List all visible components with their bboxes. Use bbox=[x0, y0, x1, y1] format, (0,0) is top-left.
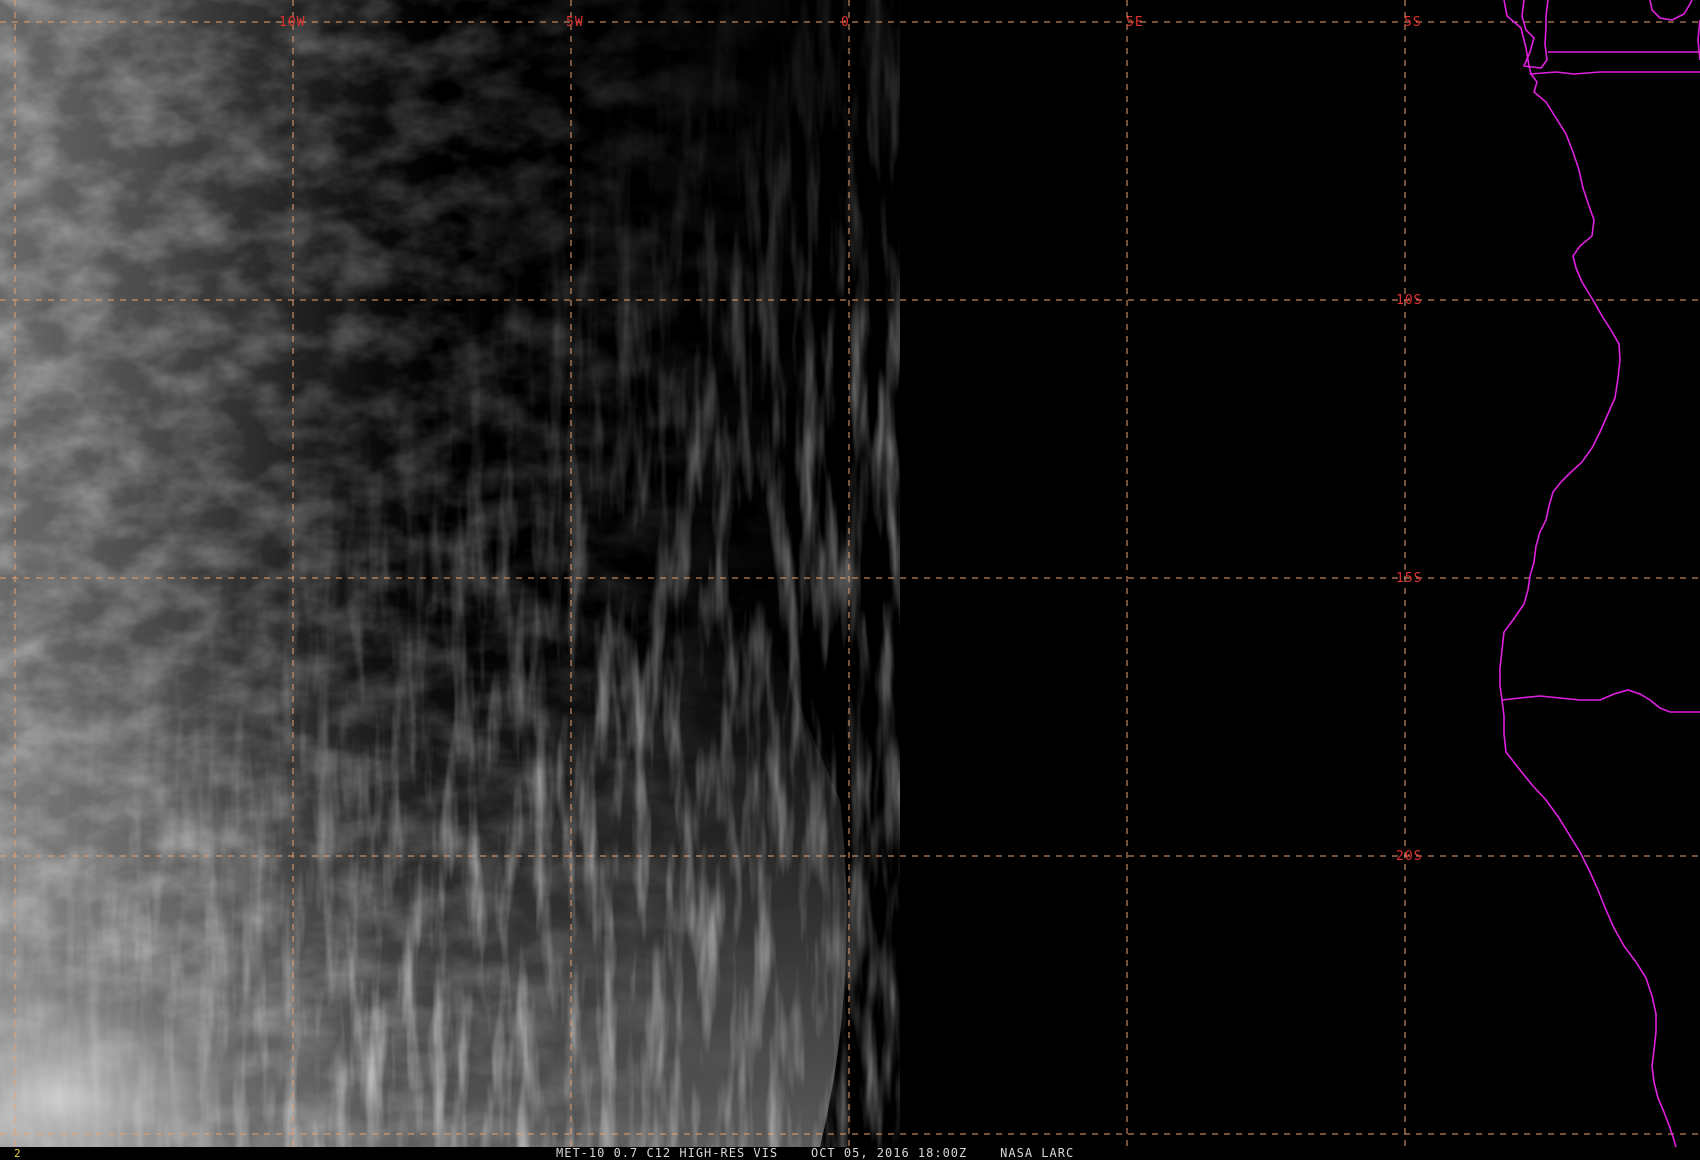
product-caption: MET-10 0.7 C12 HIGH-RES VIS OCT 05, 2016… bbox=[556, 1147, 1074, 1160]
lat-label-15s: 15S bbox=[1396, 571, 1422, 586]
image-datetime: OCT 05, 2016 18:00Z bbox=[810, 1146, 968, 1160]
image-caption-bar: 2 MET-10 0.7 C12 HIGH-RES VIS OCT 05, 20… bbox=[0, 1147, 1700, 1160]
satellite-imagery-layer bbox=[0, 0, 1700, 1147]
sensor-caption: MET-10 0.7 C12 HIGH-RES VIS bbox=[556, 1146, 779, 1160]
lat-label-10s: 10S bbox=[1396, 293, 1422, 308]
lon-label-0: 0 bbox=[841, 15, 850, 30]
lat-label-20s: 20S bbox=[1396, 849, 1422, 864]
lon-label-10w: 10W bbox=[279, 15, 305, 30]
satellite-map: 10W 5W 0 5E 5S 10S 15S 20S bbox=[0, 0, 1700, 1147]
lon-label-5w: 5W bbox=[566, 15, 584, 30]
frame-number: 2 bbox=[14, 1147, 21, 1160]
lat-label-5s: 5S bbox=[1404, 15, 1422, 30]
lon-label-5e: 5E bbox=[1126, 15, 1144, 30]
satellite-image-viewer: 10W 5W 0 5E 5S 10S 15S 20S 2 MET-10 0.7 … bbox=[0, 0, 1700, 1160]
data-source: NASA LARC bbox=[1000, 1146, 1075, 1160]
